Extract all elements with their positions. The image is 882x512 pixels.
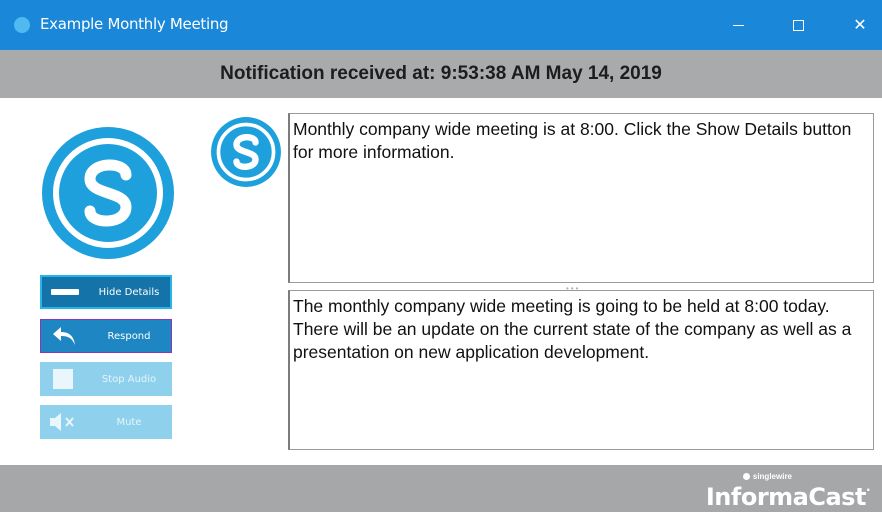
footer-bar: singlewire InformaCast· bbox=[0, 465, 882, 512]
app-icon bbox=[14, 17, 30, 33]
maximize-icon bbox=[792, 19, 804, 31]
respond-label: Respond bbox=[107, 330, 151, 342]
stop-square-icon bbox=[40, 362, 86, 396]
minimize-button[interactable] bbox=[708, 0, 768, 50]
mute-label: Mute bbox=[116, 416, 142, 428]
message-summary-box[interactable]: Monthly company wide meeting is at 8:00.… bbox=[288, 113, 874, 283]
close-button[interactable]: ✕ bbox=[830, 0, 882, 50]
notification-received-bar: Notification received at: 9:53:38 AM May… bbox=[0, 50, 882, 98]
title-bar: Example Monthly Meeting ✕ bbox=[0, 0, 882, 50]
respond-button[interactable]: Respond bbox=[40, 319, 172, 353]
notification-received-text: Notification received at: 9:53:38 AM May… bbox=[220, 63, 662, 84]
singlewire-logo-icon bbox=[42, 127, 174, 259]
informacast-logo-text: InformaCast bbox=[705, 483, 867, 511]
reply-arrow-icon bbox=[41, 320, 87, 352]
singlewire-dot-icon bbox=[742, 473, 750, 480]
stop-audio-button[interactable]: Stop Audio bbox=[40, 362, 172, 396]
speaker-muted-icon bbox=[40, 405, 86, 439]
singlewire-brand-text: singlewire bbox=[752, 472, 792, 481]
window-title: Example Monthly Meeting bbox=[40, 15, 229, 33]
stop-audio-label: Stop Audio bbox=[101, 373, 157, 385]
close-icon: ✕ bbox=[853, 17, 867, 34]
minus-bar-icon bbox=[42, 277, 88, 307]
message-details-box[interactable]: The monthly company wide meeting is goin… bbox=[288, 290, 874, 450]
mute-button[interactable]: Mute bbox=[40, 405, 172, 439]
hide-details-button[interactable]: Hide Details bbox=[40, 275, 172, 309]
trademark-mark: · bbox=[865, 483, 871, 497]
minimize-icon bbox=[732, 24, 744, 26]
sender-avatar-icon bbox=[211, 117, 281, 187]
maximize-button[interactable] bbox=[768, 0, 828, 50]
singlewire-brand: singlewire bbox=[742, 472, 792, 481]
hide-details-label: Hide Details bbox=[98, 286, 160, 298]
message-summary-text: Monthly company wide meeting is at 8:00.… bbox=[293, 119, 852, 162]
informacast-logo: InformaCast· bbox=[705, 483, 871, 511]
message-details-text: The monthly company wide meeting is goin… bbox=[293, 296, 852, 362]
